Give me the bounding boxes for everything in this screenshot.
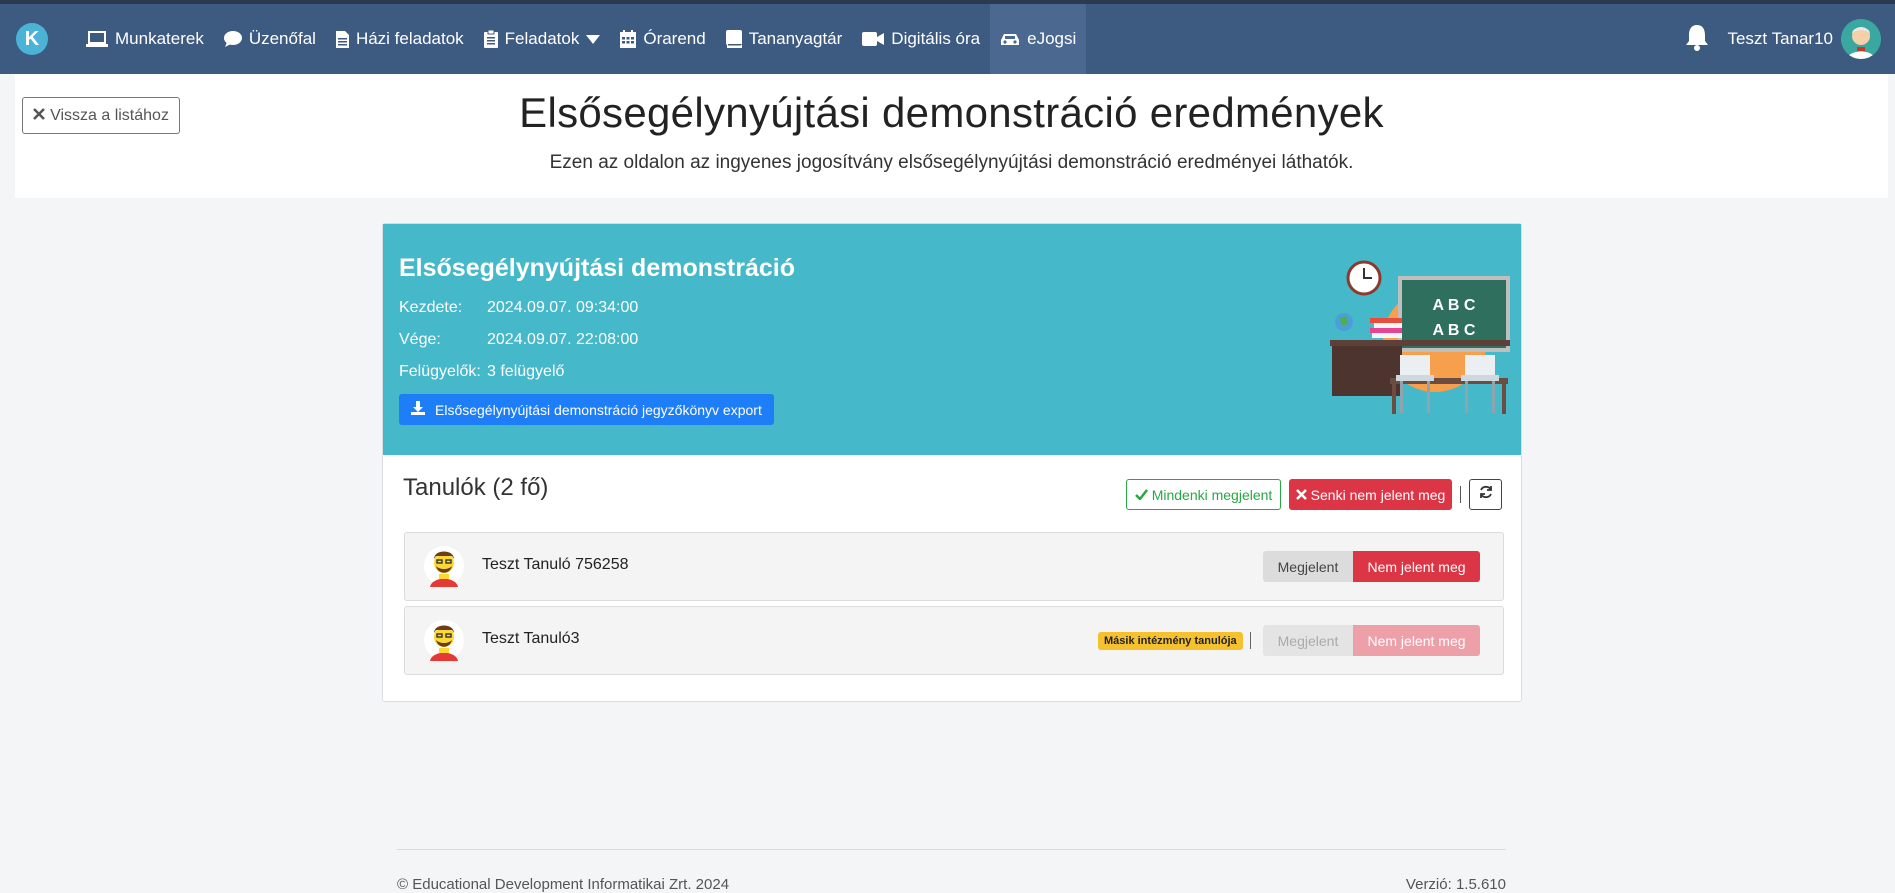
nav-item-munkaterek[interactable]: Munkaterek — [76, 4, 214, 74]
present-button[interactable]: Megjelent — [1263, 625, 1353, 656]
board-text-2: A B C — [1433, 322, 1476, 339]
nav-item-digitalis-ora[interactable]: Digitális óra — [852, 4, 990, 74]
end-value: 2024.09.07. 22:08:00 — [487, 331, 639, 348]
start-label: Kezdete: — [399, 299, 463, 316]
main-navbar: K Munkaterek Üzenőfal Házi feladatok Fel… — [0, 4, 1895, 74]
absent-button[interactable]: Nem jelent meg — [1353, 551, 1480, 582]
start-row: Kezdete: 2024.09.07. 09:34:00 — [399, 299, 638, 317]
supervisors-value: 3 felügyelő — [487, 363, 565, 380]
footer-divider — [397, 849, 1506, 850]
page-subtitle: Ezen az oldalon az ingyenes jogosítvány … — [549, 152, 1354, 173]
student-avatar — [424, 619, 464, 661]
separator — [1250, 632, 1251, 649]
nav-menu: Munkaterek Üzenőfal Házi feladatok Felad… — [76, 4, 1087, 74]
page-title: Elsősegélynyújtási demonstráció eredmény… — [519, 89, 1384, 136]
clipboard-icon — [483, 30, 498, 48]
supervisors-label: Felügyelők: — [399, 363, 481, 380]
board-text-1: A B C — [1433, 297, 1476, 314]
nav-item-tananyagtar[interactable]: Tananyagtár — [716, 4, 853, 74]
export-protocol-button[interactable]: Elsősegélynyújtási demonstráció jegyzőkö… — [399, 394, 774, 425]
present-button[interactable]: Megjelent — [1263, 551, 1353, 582]
book-icon — [725, 30, 742, 48]
nav-item-uzenofal[interactable]: Üzenőfal — [214, 4, 326, 74]
calendar-icon — [620, 30, 637, 48]
other-institution-badge: Másik intézmény tanulója — [1098, 632, 1243, 650]
student-row: Teszt Tanuló 756258 Megjelent Nem jelent… — [404, 532, 1504, 601]
speech-bubble-icon — [223, 31, 242, 47]
download-icon — [411, 401, 425, 418]
end-row: Vége: 2024.09.07. 22:08:00 — [399, 331, 638, 349]
none-present-label: Senki nem jelent meg — [1310, 486, 1446, 503]
nav-label: Házi feladatok — [355, 29, 464, 48]
student-name: Teszt Tanuló3 — [482, 630, 580, 647]
car-icon — [1000, 32, 1020, 47]
nav-label: Munkaterek — [115, 29, 204, 48]
app-logo[interactable]: K — [16, 23, 48, 55]
exam-card-header: Elsősegélynyújtási demonstráció Kezdete:… — [383, 224, 1521, 455]
all-present-label: Mindenki megjelent — [1151, 486, 1273, 503]
nav-item-hazi-feladatok[interactable]: Házi feladatok — [326, 4, 474, 74]
laptop-icon — [86, 30, 108, 48]
nav-label: eJogsi — [1027, 29, 1077, 48]
none-present-button[interactable]: Senki nem jelent meg — [1289, 479, 1452, 510]
student-avatar — [424, 545, 464, 587]
user-avatar[interactable] — [1841, 19, 1881, 59]
page-header: Vissza a listához Elsősegélynyújtási dem… — [15, 74, 1888, 198]
nav-label: Órarend — [643, 29, 706, 48]
nav-item-orarend[interactable]: Órarend — [610, 4, 715, 74]
nav-label: Tananyagtár — [748, 29, 843, 48]
refresh-button[interactable] — [1469, 479, 1502, 510]
export-button-label: Elsősegélynyújtási demonstráció jegyzőkö… — [435, 401, 762, 418]
student-row: Teszt Tanuló3 Másik intézmény tanulója M… — [404, 606, 1504, 675]
classroom-illustration: A B C A B C — [1330, 260, 1510, 425]
students-title: Tanulók (2 fő) — [403, 474, 549, 501]
student-name: Teszt Tanuló 756258 — [482, 556, 629, 573]
check-icon — [1134, 487, 1148, 503]
nav-item-ejogsi[interactable]: eJogsi — [990, 4, 1087, 74]
bell-icon[interactable] — [1685, 23, 1709, 56]
footer-copyright: © Educational Development Informatikai Z… — [397, 876, 730, 893]
exam-title: Elsősegélynyújtási demonstráció — [399, 254, 795, 282]
footer-version: Verzió: 1.5.610 — [1405, 876, 1506, 893]
nav-item-feladatok[interactable]: Feladatok — [474, 4, 611, 74]
start-value: 2024.09.07. 09:34:00 — [487, 299, 639, 316]
document-icon — [335, 30, 349, 48]
exam-card: Elsősegélynyújtási demonstráció Kezdete:… — [382, 223, 1522, 702]
absent-button[interactable]: Nem jelent meg — [1353, 625, 1480, 656]
user-name[interactable]: Teszt Tanar10 — [1727, 29, 1833, 49]
nav-label: Üzenőfal — [248, 29, 316, 48]
video-camera-icon — [862, 32, 885, 46]
refresh-icon — [1479, 485, 1493, 504]
caret-down-icon — [586, 34, 601, 44]
close-icon — [1295, 487, 1307, 503]
all-present-button[interactable]: Mindenki megjelent — [1126, 479, 1281, 510]
nav-label: Feladatok — [504, 29, 580, 48]
separator — [1460, 486, 1461, 503]
nav-user-area: Teszt Tanar10 — [1685, 4, 1895, 74]
nav-label: Digitális óra — [891, 29, 981, 48]
supervisors-row: Felügyelők: 3 felügyelő — [399, 363, 564, 381]
end-label: Vége: — [399, 331, 441, 348]
